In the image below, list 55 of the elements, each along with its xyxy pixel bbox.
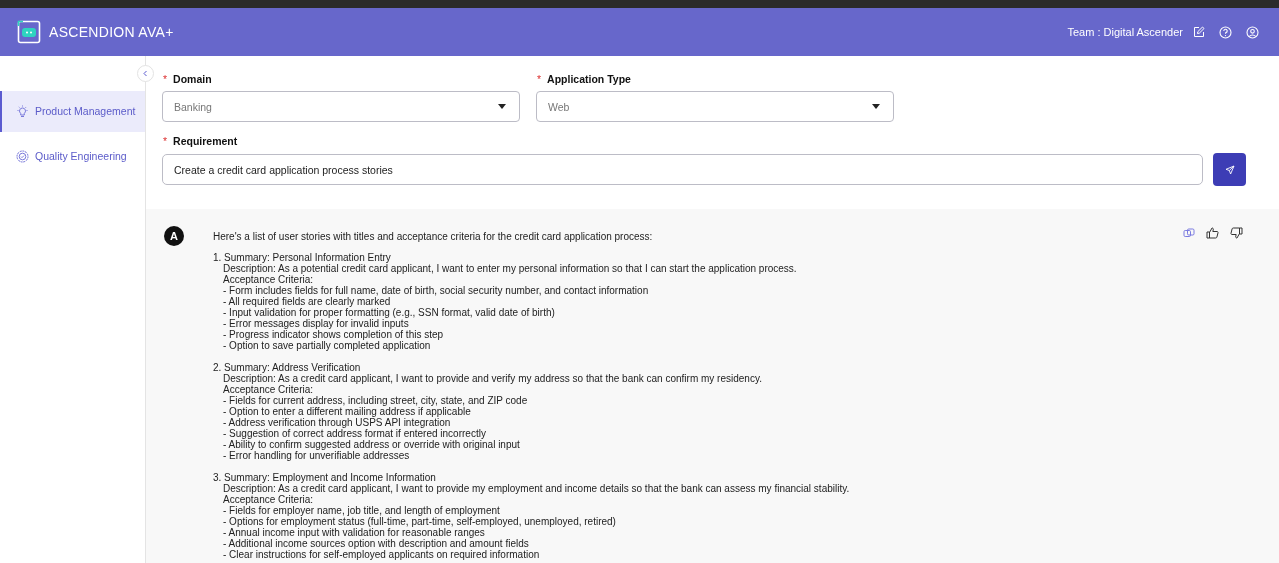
criterion: - Ability to confirm suggested address or override with original input	[222, 439, 521, 450]
criterion: - Additional income sources option with description and amount fields	[222, 538, 529, 549]
criterion: - Input validation for proper formatting (e.g., SSN format, valid date of birth)	[222, 307, 556, 318]
criterion: - Address verification through USPS API integration	[222, 417, 451, 428]
story-description: Description: As a credit card applicant, I want to provide and verify my address so that the bank can confirm my residency.	[222, 373, 763, 384]
response-intro: Here's a list of user stories with titles and acceptance criteria for the credit card application process:	[213, 231, 654, 242]
requirement-input[interactable]: Create a credit card application process stories	[162, 154, 1203, 185]
thumbs-up-icon[interactable]	[1206, 227, 1219, 239]
assistant-avatar: A	[164, 226, 184, 246]
caret-icon	[498, 104, 506, 109]
application-type-dropdown[interactable]: Web	[536, 91, 894, 122]
brand-name: ASCENDION AVA+	[49, 24, 174, 40]
story-description: Description: As a credit card applicant, I want to provide my employment and income details so that the bank can assess my financial stability.	[222, 483, 850, 494]
story-title: 1. Summary: Personal Information Entry	[213, 252, 391, 263]
field-label: Application Type	[547, 73, 631, 85]
sidebar-item[interactable]: Quality Engineering	[0, 136, 145, 177]
send-button[interactable]	[1213, 153, 1246, 186]
criterion: - Form includes fields for full name, date of birth, social security number, and contact information	[222, 285, 650, 296]
sidebar-item[interactable]: Product Management	[0, 91, 145, 132]
criterion: - Option to save partially completed application	[222, 340, 432, 351]
lightbulb-icon	[16, 105, 29, 118]
chevron-left-icon	[142, 70, 149, 77]
robot-logo-icon	[17, 20, 41, 44]
criterion: - All required fields are clearly marked	[222, 296, 392, 307]
criteria-heading: Acceptance Criteria:	[222, 384, 314, 395]
send-icon	[1224, 164, 1235, 175]
field-label: Requirement	[173, 135, 238, 147]
criterion: - Progress indicator shows completion of this step	[222, 329, 445, 340]
required-mark: *	[537, 73, 542, 85]
team-name: Team : Digital Ascender	[1067, 26, 1183, 38]
criteria-heading: Acceptance Criteria:	[222, 494, 315, 505]
user-account-icon[interactable]	[1246, 25, 1259, 39]
criterion: - Options for employment status (full-time, part-time, self-employed, unemployed, retired)	[222, 516, 617, 527]
story-description: Description: As a potential credit card applicant, I want to enter my personal information so that I can start the application process.	[222, 263, 798, 274]
copy-icon[interactable]	[1183, 227, 1195, 239]
field-label: Domain	[173, 73, 212, 85]
criterion: - Fields for current address, including street, city, state, and ZIP code	[222, 395, 529, 406]
story-title: 3. Summary: Employment and Income Information	[213, 472, 437, 483]
criterion: - Error handling for unverifiable addresses	[222, 450, 411, 461]
criteria-heading: Acceptance Criteria:	[222, 274, 314, 285]
criterion: - Fields for employer name, job title, and length of employment	[222, 505, 500, 516]
thumbs-down-icon[interactable]	[1230, 227, 1243, 239]
domain-dropdown[interactable]: Banking	[162, 91, 520, 122]
edit-icon[interactable]	[1193, 26, 1205, 38]
criterion: - Clear instructions for self-employed applicants on required information	[222, 549, 541, 560]
story-title: 2. Summary: Address Verification	[213, 362, 361, 373]
criterion: - Suggestion of correct address format if entered incorrectly	[222, 428, 486, 439]
required-mark: *	[163, 73, 168, 85]
badge-icon	[16, 150, 29, 163]
help-icon[interactable]	[1219, 25, 1232, 39]
caret-icon	[872, 104, 880, 109]
criterion: - Annual income input with validation for reasonable ranges	[222, 527, 485, 538]
required-mark: *	[163, 135, 168, 147]
criterion: - Option to enter a different mailing address if applicable	[222, 406, 472, 417]
criterion: - Error messages display for invalid inputs	[222, 318, 410, 329]
